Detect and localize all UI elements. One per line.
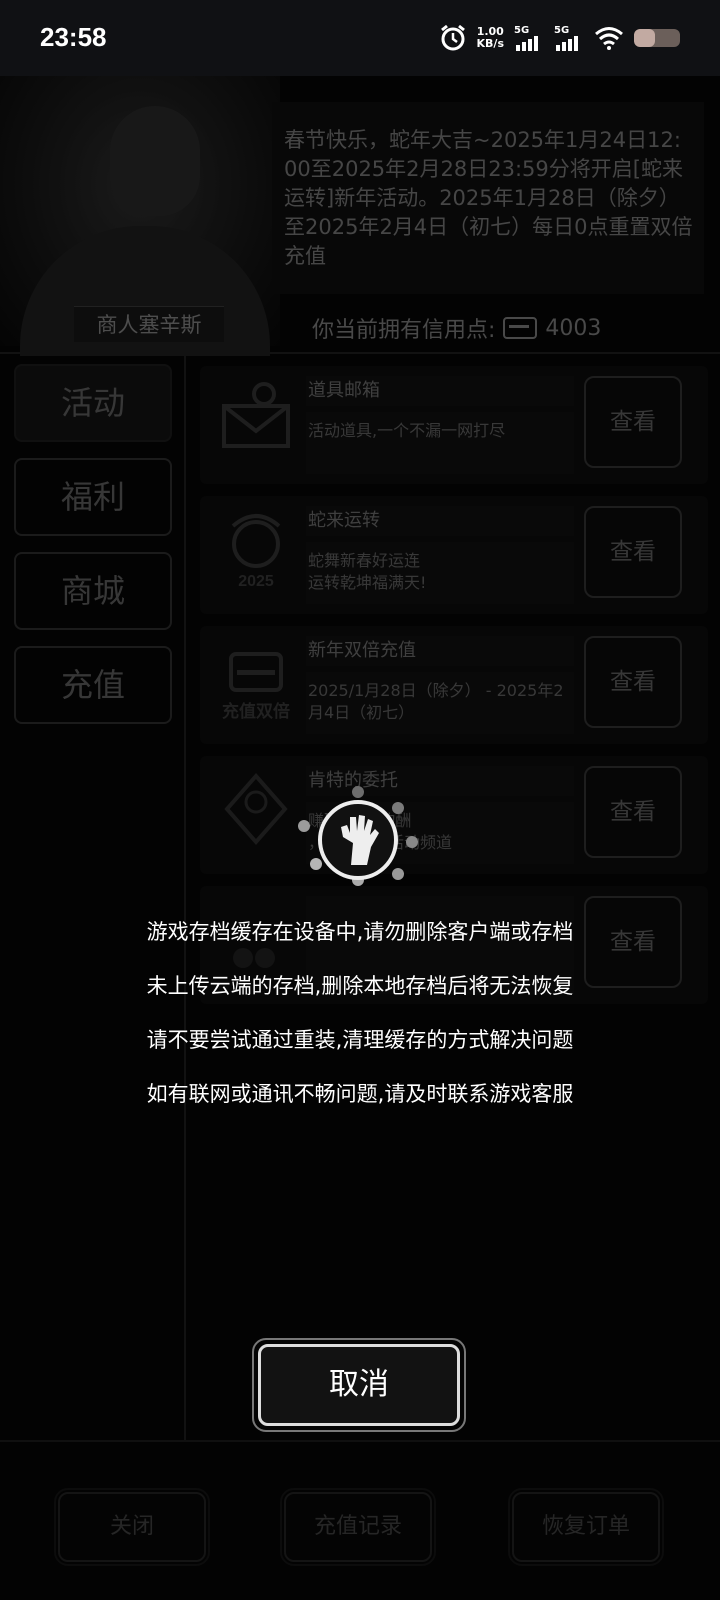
save-warning-notice: 游戏存档缓存在设备中,请勿删除客户端或存档 未上传云端的存档,删除本地存档后将无…: [0, 912, 720, 1128]
battery-level: [634, 29, 655, 47]
notice-line: 未上传云端的存档,删除本地存档后将无法恢复: [146, 974, 574, 998]
cancel-button[interactable]: 取消: [258, 1344, 460, 1426]
notice-line: 游戏存档缓存在设备中,请勿删除客户端或存档: [146, 920, 574, 944]
wifi-icon: [595, 27, 623, 50]
clock: 23:58: [40, 22, 107, 52]
signal-icon: 5G: [514, 25, 544, 51]
status-bar: 23:58 1.00 KB/s 5G 5G: [0, 0, 720, 76]
status-icons: 1.00 KB/s 5G 5G: [439, 24, 680, 52]
battery-icon: [634, 29, 680, 47]
notice-line: 如有联网或通讯不畅问题,请及时联系游戏客服: [146, 1082, 574, 1106]
notice-line: 请不要尝试通过重装,清理缓存的方式解决问题: [146, 1028, 574, 1052]
signal-icon: 5G: [554, 25, 584, 51]
net-speed: 1.00 KB/s: [476, 25, 504, 50]
alarm-icon: [440, 24, 465, 51]
zombie-hand-logo-icon: [318, 800, 398, 880]
